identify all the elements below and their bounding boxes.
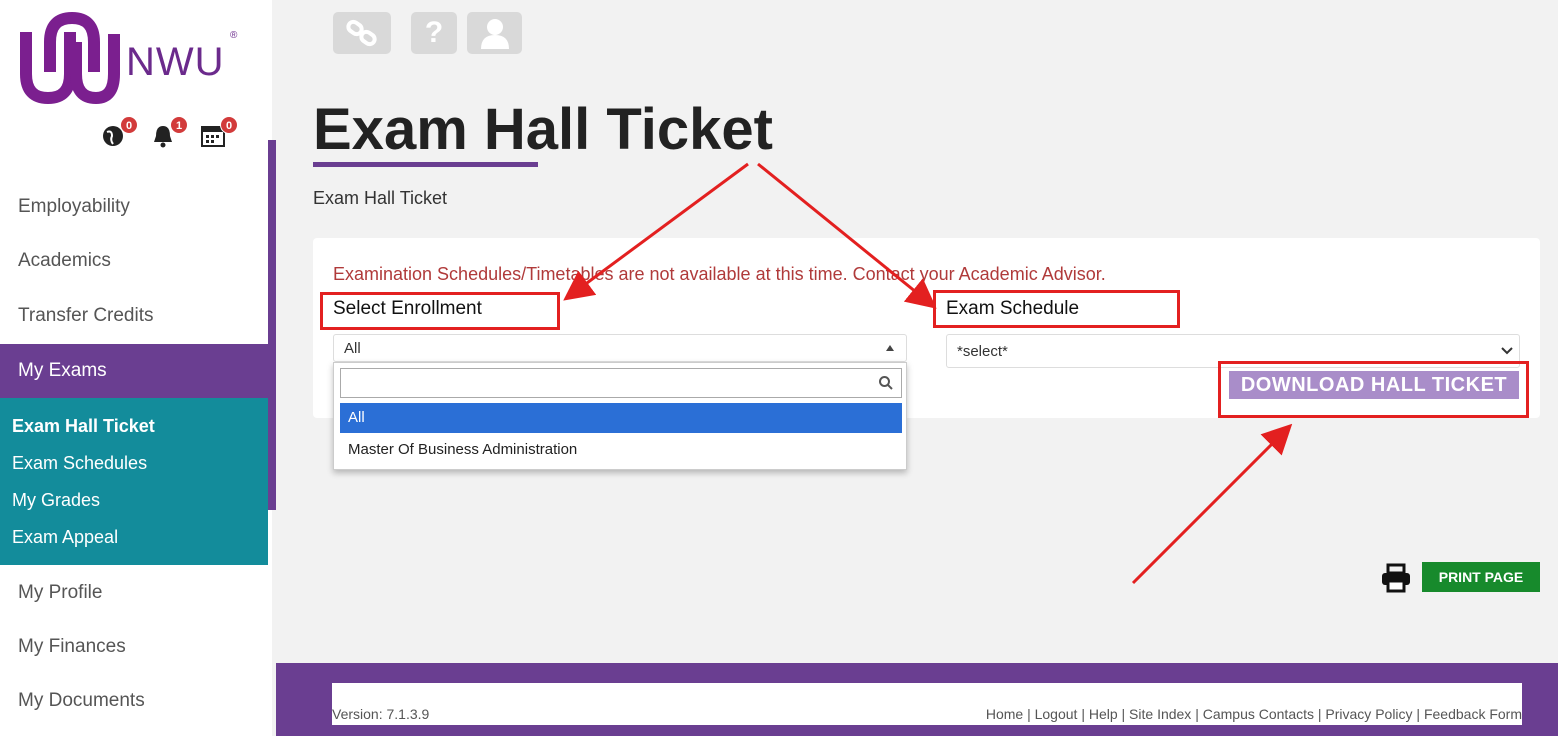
print-page-button[interactable]: PRINT PAGE: [1422, 562, 1540, 592]
annotation-arrows: [563, 162, 1293, 585]
printer-icon[interactable]: [1380, 563, 1412, 593]
footer-links[interactable]: Home | Logout | Help | Site Index | Camp…: [986, 706, 1522, 722]
version-text: Version: 7.1.3.9: [332, 706, 430, 722]
